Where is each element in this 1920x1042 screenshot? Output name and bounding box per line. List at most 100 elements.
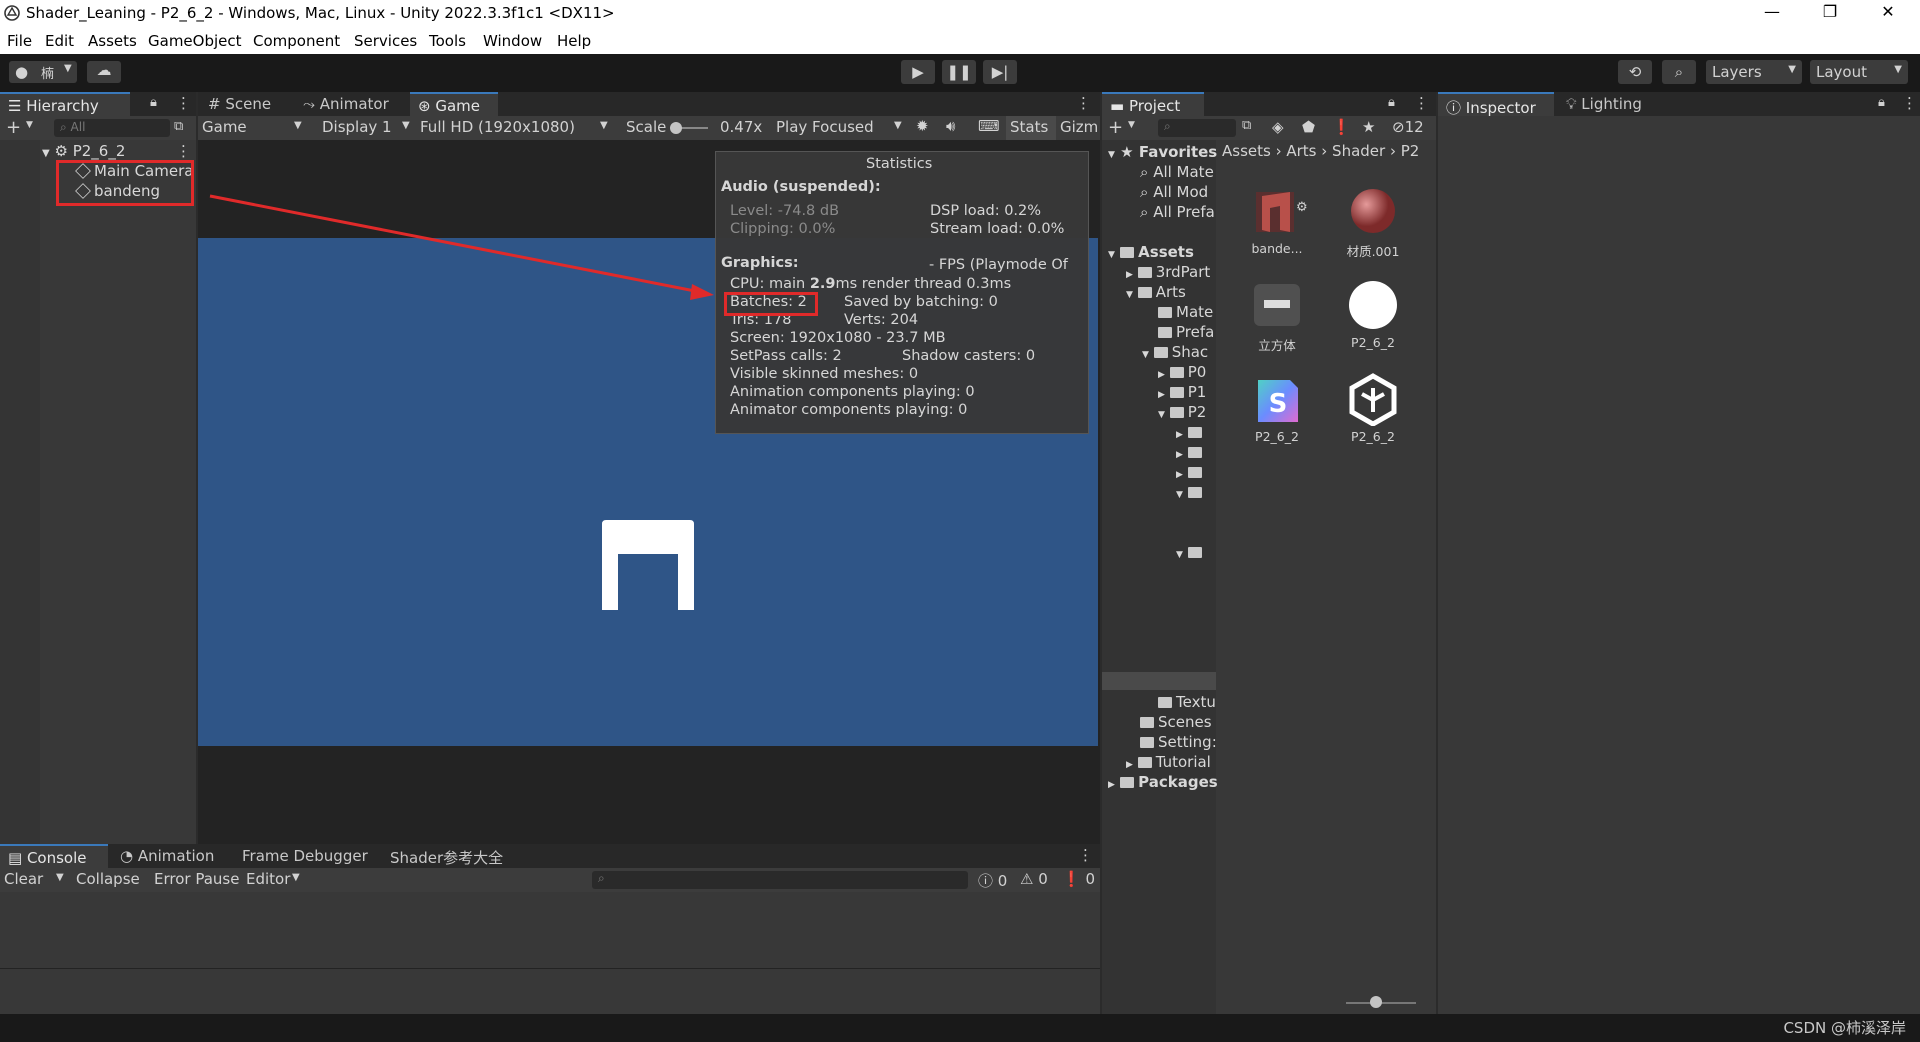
folder-3rdparty[interactable]: ▶ 3rdPart	[1126, 263, 1210, 281]
hidden-count[interactable]: ⊘12	[1392, 118, 1424, 136]
unity-scene-icon	[1349, 373, 1397, 427]
console-panel: ▤ Console ◔ Animation Frame Debugger Sha…	[0, 844, 1100, 1014]
chevron-down-icon[interactable]: ▼	[56, 872, 64, 883]
error-count: 0	[1085, 870, 1096, 888]
tab-label: Inspector	[1465, 99, 1536, 117]
folder-label: Textu	[1176, 693, 1216, 711]
clear-button[interactable]: Clear	[4, 870, 43, 888]
folder-icon	[1140, 717, 1154, 728]
collapse-toggle[interactable]: Collapse	[76, 870, 140, 888]
folder-settings[interactable]: Setting:	[1140, 733, 1217, 751]
asset-p2-6-2-shader[interactable]: S P2_6_2	[1232, 372, 1322, 444]
fav-all-prefabs[interactable]: ⌕ All Prefa	[1140, 203, 1215, 221]
folder-sub-3[interactable]: ▶	[1176, 463, 1206, 481]
tab-frame-debugger[interactable]: Frame Debugger	[234, 844, 376, 868]
more-icon[interactable]: ⋮	[1414, 94, 1429, 112]
asset-material-001[interactable]: 材质.001	[1328, 184, 1418, 260]
expand-arrow-icon: ▼	[1108, 150, 1115, 160]
prefab-arrow-icon[interactable]: ⚙	[1296, 200, 1308, 215]
asset-label: P2_6_2	[1351, 335, 1395, 350]
folder-icon	[1169, 387, 1184, 398]
fav-label: All Mod	[1153, 183, 1209, 201]
folder-label: Arts	[1155, 283, 1186, 301]
project-search-input[interactable]: ⌕	[1158, 119, 1236, 137]
expand-arrow-icon: ▼	[1142, 350, 1149, 360]
lock-icon[interactable]: 🔒︎	[1878, 95, 1885, 110]
project-panel: ▬ Project 🔒︎ ⋮ + ▼ ⌕ ⧉ ◈ ⬟ ❗ ★ ⊘12 ▼ ★ F…	[1102, 92, 1436, 1014]
tab-label: Console	[26, 849, 87, 867]
fav-all-models[interactable]: ⌕ All Mod	[1140, 183, 1208, 201]
folder-open-icon	[1153, 347, 1168, 358]
fav-all-materials[interactable]: ⌕ All Mate	[1140, 163, 1214, 181]
assets-root[interactable]: ▼ Assets	[1108, 243, 1194, 261]
folder-scenes[interactable]: Scenes	[1140, 713, 1212, 731]
folder-textures[interactable]: Textu	[1158, 693, 1216, 711]
folder-icon	[1169, 367, 1184, 378]
tab-lighting[interactable]: 💡︎ Lighting	[1558, 92, 1650, 116]
selected-folder-row[interactable]	[1102, 672, 1216, 690]
asset-bandeng-model[interactable]: bande...	[1232, 184, 1322, 256]
favorites-header[interactable]: ▼ ★ Favorites	[1108, 143, 1217, 161]
error-pause-toggle[interactable]: Error Pause	[154, 870, 239, 888]
folder-shader[interactable]: ▼ Shac	[1142, 343, 1208, 361]
tab-animation[interactable]: ◔ Animation	[112, 844, 222, 868]
tab-inspector[interactable]: ⓘ Inspector	[1438, 92, 1554, 117]
zoom-slider-handle[interactable]	[1370, 996, 1382, 1008]
hidden-count-value: 12	[1404, 118, 1424, 136]
folder-sub-2[interactable]: ▶	[1176, 443, 1206, 461]
asset-p2-6-2-material[interactable]: P2_6_2	[1328, 278, 1418, 350]
folder-p2[interactable]: ▼ P2	[1158, 403, 1206, 421]
chevron-down-icon[interactable]: ▼	[1128, 120, 1135, 130]
lock-icon[interactable]: 🔒︎	[1388, 95, 1395, 110]
folder-sub-4[interactable]: ▼	[1176, 483, 1206, 501]
asset-label: 立方体	[1258, 338, 1296, 353]
breadcrumb-item[interactable]: Arts	[1286, 142, 1316, 160]
info-count-toggle[interactable]: ⓘ 0	[978, 870, 1007, 891]
folder-label: Tutorial	[1155, 753, 1211, 771]
folder-sub-5[interactable]: ▼	[1176, 543, 1206, 561]
breadcrumb-item[interactable]: P2	[1401, 142, 1420, 160]
divider	[0, 968, 1100, 969]
breadcrumb-item[interactable]: Shader	[1332, 142, 1385, 160]
console-search-input[interactable]: ⌕	[592, 871, 968, 889]
folder-tutorial[interactable]: ▶ Tutorial	[1126, 753, 1211, 771]
error-icon: ❗	[1062, 870, 1081, 888]
breadcrumb-item[interactable]: Assets	[1222, 142, 1271, 160]
info-count: 0	[997, 872, 1008, 890]
tab-console[interactable]: ▤ Console	[0, 844, 108, 868]
tab-label: Animation	[137, 847, 215, 865]
add-icon[interactable]: +	[1108, 117, 1123, 138]
warning-count-toggle[interactable]: ⚠ 0	[1020, 870, 1048, 888]
folder-arts[interactable]: ▼ Arts	[1126, 283, 1186, 301]
expand-arrow-icon: ▼	[1108, 250, 1115, 260]
folder-materials[interactable]: Mate	[1158, 303, 1213, 321]
folder-label: P2	[1187, 403, 1207, 421]
type-filter-icon[interactable]: ◈	[1272, 118, 1284, 136]
tab-shader-reference[interactable]: Shader参考大全	[382, 844, 511, 868]
asset-p2-6-2-scene[interactable]: P2_6_2	[1328, 372, 1418, 444]
expand-arrow-icon: ▼	[1158, 410, 1165, 420]
more-icon[interactable]: ⋮	[1902, 94, 1917, 112]
search-scope-icon[interactable]: ⧉	[1242, 118, 1251, 133]
folder-prefabs[interactable]: Prefa	[1158, 323, 1214, 341]
more-icon[interactable]: ⋮	[1078, 846, 1093, 864]
asset-cube-mesh[interactable]: 立方体	[1232, 278, 1322, 354]
folder-icon	[1158, 697, 1172, 708]
folder-icon	[1187, 467, 1202, 478]
label-filter-icon[interactable]: ⬟	[1302, 118, 1315, 136]
log-filter-icon[interactable]: ❗	[1332, 118, 1351, 136]
collapse-arrow-icon: ▶	[1108, 780, 1115, 790]
warning-icon: ⚠	[1020, 870, 1034, 888]
packages-root[interactable]: ▶ Packages	[1108, 773, 1218, 791]
folder-sub-1[interactable]: ▶	[1176, 423, 1206, 441]
warning-count: 0	[1038, 870, 1048, 888]
folder-p0[interactable]: ▶ P0	[1158, 363, 1206, 381]
expand-arrow-icon: ▼	[1176, 550, 1183, 560]
favorite-star-icon[interactable]: ★	[1362, 118, 1375, 136]
editor-dropdown[interactable]: Editor	[246, 870, 290, 888]
tab-project[interactable]: ▬ Project	[1102, 92, 1204, 116]
folder-icon	[1187, 427, 1202, 438]
error-count-toggle[interactable]: ❗ 0	[1062, 870, 1095, 888]
folder-p1[interactable]: ▶ P1	[1158, 383, 1206, 401]
folder-open-icon	[1187, 487, 1202, 498]
